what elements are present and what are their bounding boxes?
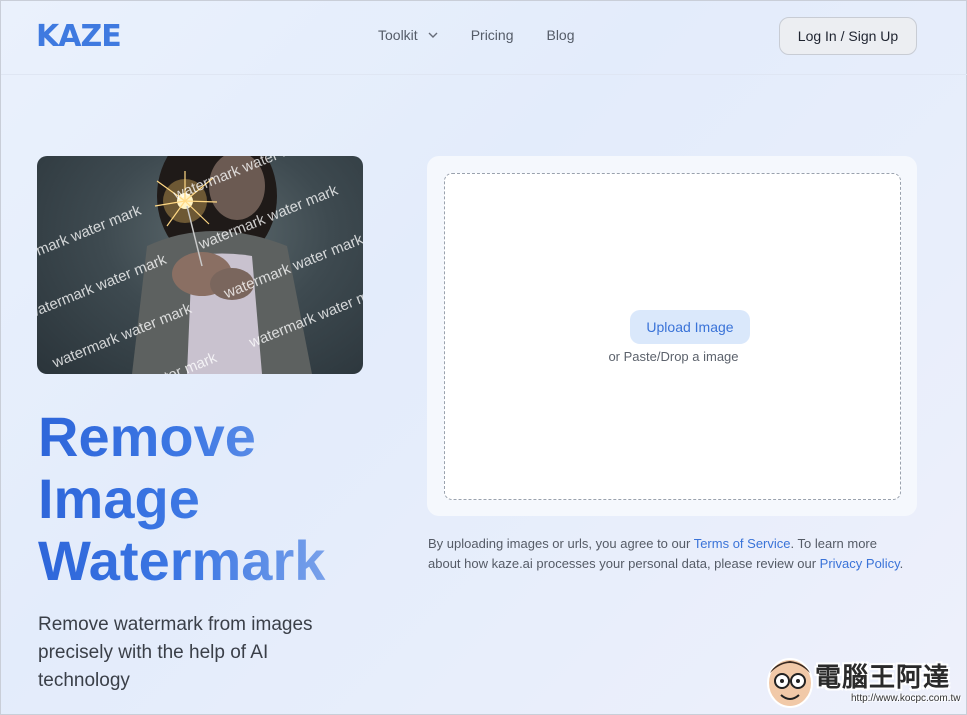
drop-hint: or Paste/Drop a image: [608, 349, 739, 364]
upload-card: Upload Image or Paste/Drop a image: [427, 156, 917, 516]
upload-image-button[interactable]: Upload Image: [630, 310, 750, 344]
sample-watermarked-image: watermark water mark watermark water mar…: [37, 156, 363, 374]
site-badge-text: 電腦王阿達: [815, 662, 951, 692]
upload-image-label: Upload Image: [646, 319, 734, 335]
nav-toolkit[interactable]: Toolkit: [378, 27, 438, 43]
site-watermark-badge: 電腦王阿達 http://www.kocpc.com.tw: [765, 651, 961, 711]
terms-of-service-link[interactable]: Terms of Service: [694, 536, 791, 551]
hero-subtitle: Remove watermark from images precisely w…: [38, 614, 313, 691]
hero-title: Remove Image Watermark: [38, 406, 378, 592]
login-signup-button[interactable]: Log In / Sign Up: [779, 17, 917, 55]
legal-prefix: By uploading images or urls, you agree t…: [428, 536, 694, 551]
watermark-text-1: watermark water mark: [37, 202, 144, 274]
watermark-text-3: watermark water mark: [37, 251, 169, 323]
chevron-down-icon: [428, 32, 438, 38]
site-badge-url: http://www.kocpc.com.tw: [851, 693, 961, 704]
watermark-text-4: watermark water mark: [195, 182, 340, 254]
watermark-text-8: watermark water mark: [246, 280, 363, 352]
logo-text: KAZE: [36, 19, 122, 54]
kaze-logo[interactable]: KAZE: [36, 19, 122, 54]
nav-pricing[interactable]: Pricing: [471, 27, 514, 43]
nav-blog-label: Blog: [546, 27, 575, 43]
hero-title-line-2: Image: [38, 467, 200, 530]
image-dropzone[interactable]: Upload Image or Paste/Drop a image: [444, 173, 901, 500]
watermark-overlay: watermark water mark watermark water mar…: [37, 156, 363, 374]
watermark-text-6: watermark water mark: [221, 231, 363, 303]
hero-title-line-3: Watermark: [38, 529, 326, 592]
mascot-face-icon: [767, 658, 813, 708]
legal-suffix: .: [899, 556, 904, 571]
login-signup-label: Log In / Sign Up: [797, 28, 899, 44]
nav-blog[interactable]: Blog: [546, 27, 574, 43]
legal-notice: By uploading images or urls, you agree t…: [428, 534, 908, 574]
watermark-text-5: watermark water mark: [49, 300, 194, 372]
nav-toolkit-label: Toolkit: [378, 27, 418, 43]
nav-pricing-label: Pricing: [470, 27, 514, 43]
privacy-policy-link[interactable]: Privacy Policy: [820, 556, 900, 571]
top-header: KAZE Toolkit Pricing Blog Log In / Sign …: [1, 1, 967, 75]
main-nav: Toolkit Pricing Blog: [378, 27, 608, 43]
hero-title-line-1: Remove: [38, 405, 256, 468]
